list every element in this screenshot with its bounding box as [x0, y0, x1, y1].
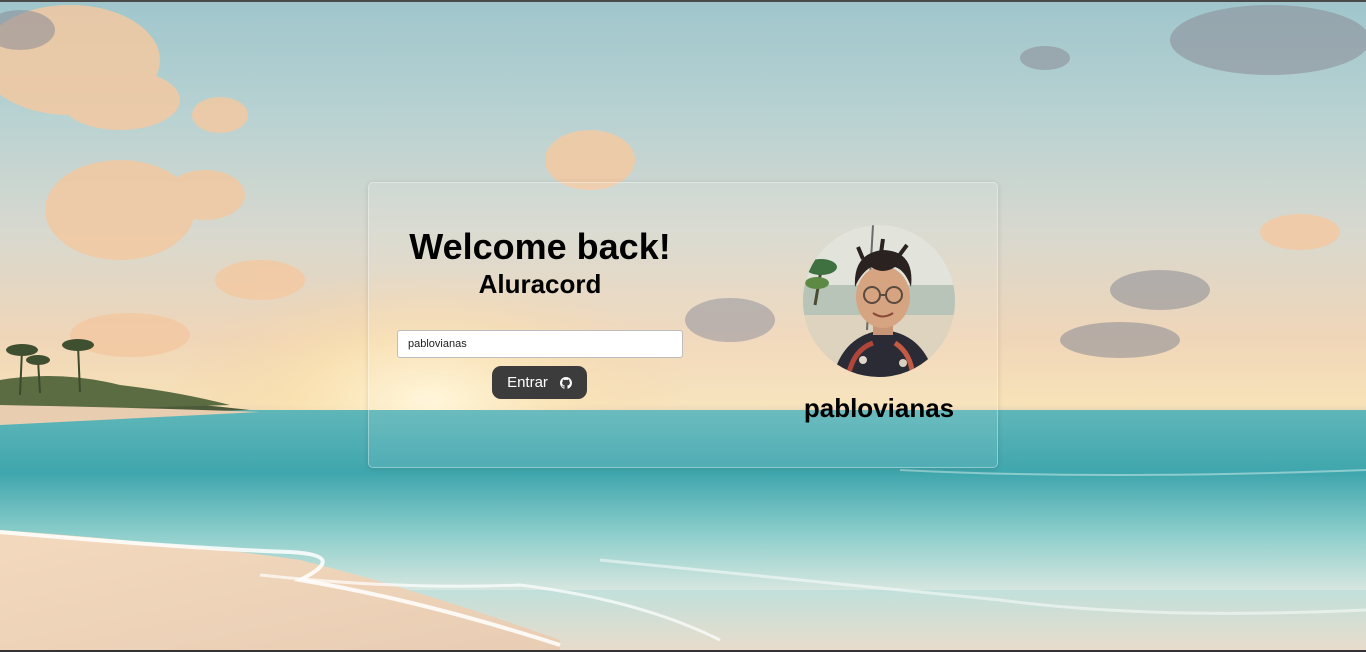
profile-panel: pablovianas: [789, 225, 969, 424]
avatar: [803, 225, 955, 377]
welcome-title: Welcome back!: [409, 226, 671, 267]
profile-photo: [803, 225, 955, 377]
enter-button[interactable]: Entrar: [492, 366, 587, 399]
profile-username: pablovianas: [803, 393, 955, 423]
top-border: [0, 0, 1366, 2]
github-icon: [559, 376, 572, 389]
enter-button-label: Entrar: [507, 374, 548, 391]
login-form: Welcome back! Aluracord Entrar: [397, 225, 683, 399]
username-input[interactable]: [397, 330, 683, 358]
app-name: Aluracord: [478, 269, 602, 299]
login-card: Welcome back! Aluracord Entrar: [368, 182, 998, 468]
